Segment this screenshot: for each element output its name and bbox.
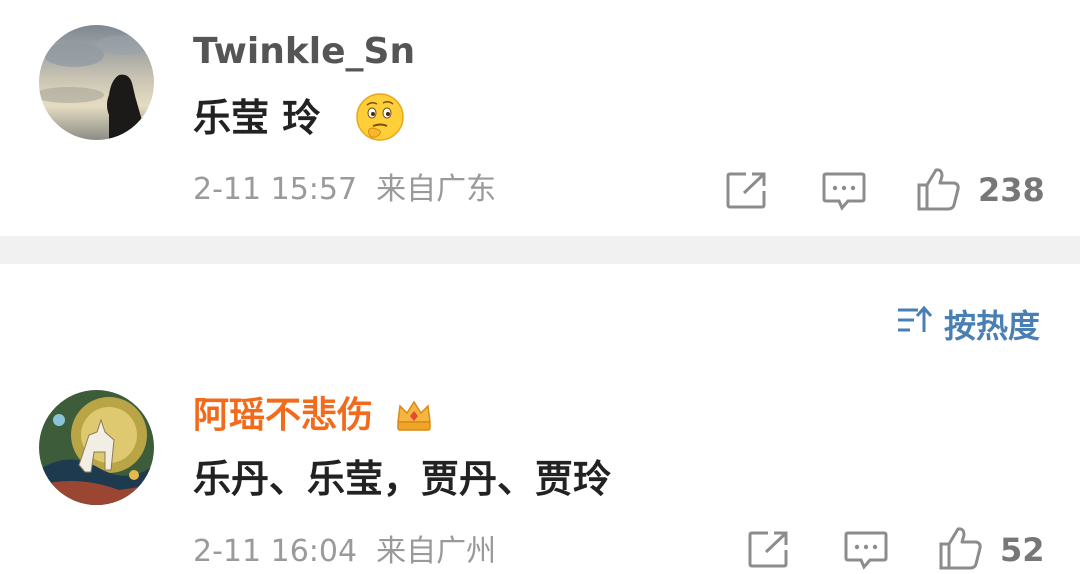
comment-text: 乐莹 玲 — [193, 96, 321, 140]
thumbs-up-icon[interactable] — [938, 526, 984, 574]
share-icon[interactable] — [726, 171, 768, 213]
comment-icon[interactable] — [844, 530, 888, 574]
username[interactable]: 阿瑶不悲伤 — [193, 394, 373, 438]
comment-meta: 2-11 16:04 来自广州 — [193, 532, 496, 572]
section-divider — [0, 236, 1080, 264]
avatar[interactable] — [39, 390, 154, 505]
location: 来自广州 — [376, 534, 497, 569]
username[interactable]: Twinkle_Sn — [193, 30, 415, 74]
thumbs-up-icon[interactable] — [916, 167, 962, 215]
sort-icon — [896, 305, 933, 343]
sort-label: 按热度 — [943, 307, 1040, 345]
share-icon[interactable] — [748, 530, 790, 572]
comment-item: 阿瑶不悲伤 乐丹、乐莹，贾丹、贾玲 2-11 16:04 来自广州 52 — [0, 380, 1080, 570]
like-count: 238 — [978, 171, 1045, 209]
comment-text: 乐丹、乐莹，贾丹、贾玲 — [193, 457, 612, 501]
thinking-face-icon — [355, 92, 405, 142]
comment-item: Twinkle_Sn 乐莹 玲 2-11 15:57 来自广东 238 — [0, 0, 1080, 236]
comment-icon[interactable] — [822, 171, 866, 215]
sort-by-hot-button[interactable]: 按热度 — [896, 302, 1040, 346]
timestamp: 2-11 15:57 — [193, 172, 358, 207]
vip-crown-icon — [394, 394, 434, 434]
like-count: 52 — [1000, 531, 1045, 569]
timestamp: 2-11 16:04 — [193, 534, 358, 569]
avatar[interactable] — [39, 25, 154, 140]
location: 来自广东 — [376, 172, 497, 207]
comment-meta: 2-11 15:57 来自广东 — [193, 170, 496, 210]
